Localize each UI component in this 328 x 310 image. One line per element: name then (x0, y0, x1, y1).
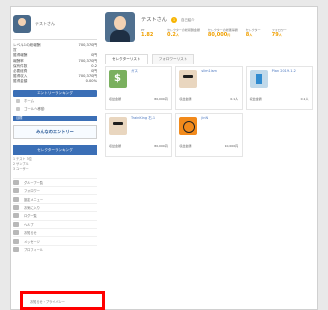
stat-followers: フォロワー 79人 (271, 28, 287, 38)
ranking-title: セレクターランキング (13, 144, 97, 155)
card[interactable]: Plan 2019.1.2 収益金額 0.1人 (245, 66, 313, 110)
avatar[interactable] (13, 15, 31, 33)
sidebar-item[interactable]: プロフィール (13, 244, 97, 253)
sidebar-item[interactable]: ヘルプ (13, 219, 97, 228)
card-name[interactable]: Plan 2019.1.2 (272, 69, 296, 73)
tiger-icon (179, 117, 198, 135)
stat-reward-amount: セレクターの総報酬金額 0.2人 (167, 28, 200, 38)
username: テストさん (141, 17, 167, 23)
card-name[interactable]: slim1ism (201, 69, 217, 73)
card[interactable]: ガス 収益金額80,000円 (105, 66, 173, 110)
main-panel: テストさん 1 自己紹介 PT 1.82 セレクターの総報酬金額 0.2人 セレクタ… (105, 10, 313, 310)
card-metrics: 収益金額 80,000円 (109, 144, 168, 148)
sidebar-item[interactable]: 設定メニュー (13, 194, 97, 202)
card-name[interactable]: TrainKing 右.1 (131, 116, 155, 121)
stat-selectors: セレクター 8人 (245, 28, 261, 38)
promo-banner[interactable]: みんなのエントリー (13, 124, 97, 139)
card-name[interactable]: jinN (201, 116, 208, 120)
log-icon (13, 213, 19, 219)
arrow-icon (16, 106, 20, 111)
stat-earnings: セレクターの総獲得額 80,000円 (207, 28, 238, 38)
help-icon (13, 221, 19, 227)
sidebar-menu: グループ一覧 フォロワー 設定メニュー お気に入り ログ一覧 ヘルプ お知らせ … (13, 177, 97, 254)
money-icon (109, 70, 127, 88)
divider (13, 39, 97, 40)
card-grid: ガス 収益金額80,000円 slim1ism 収益金額0.1人 Plan 20… (105, 66, 313, 157)
profile-avatar[interactable] (105, 12, 135, 42)
self-intro-link[interactable]: 自己紹介 (181, 17, 195, 22)
home-icon (16, 98, 20, 103)
profile-name: テストさん (35, 21, 55, 26)
avatar-icon (179, 70, 198, 88)
bottom-note[interactable]: お知らせ・プライバシー (30, 299, 65, 304)
goal-bar: 目標 (13, 115, 97, 121)
menu-item-goal[interactable]: ゴールへ移動 (13, 105, 97, 113)
tab-follower-list[interactable]: フォロワーリスト (151, 54, 195, 64)
stat-pt: PT 1.82 (141, 28, 154, 38)
card-metrics: 収益金額 80,000円 (109, 97, 168, 101)
message-icon (13, 238, 19, 244)
card[interactable]: jinN 収益金額 10,000円 (175, 113, 243, 157)
card-metrics: 収益金額 0.1人 (179, 97, 239, 101)
stats-row: PT 1.82 セレクターの総報酬金額 0.2人 セレクターの総獲得額 80,000円… (141, 28, 290, 38)
sidebar-item[interactable]: フォロワー (13, 186, 97, 194)
sign-icon (249, 70, 268, 88)
sidebar-item[interactable]: メッセージ (13, 236, 97, 244)
group-icon (13, 179, 19, 185)
profile-header: テストさん 1 自己紹介 (141, 16, 195, 23)
card[interactable]: slim1ism 収益金額 0.1人 (175, 66, 243, 110)
card-name[interactable]: ガス (131, 69, 138, 74)
tab-selector-list[interactable]: セレクターリスト (105, 54, 148, 64)
tabs: セレクターリスト フォロワーリスト (105, 54, 195, 64)
stats-list: レベル1の総報酬 700,370円 賞 獲得報酬 0円 報酬率 700,370円 保有… (13, 43, 97, 85)
ranking-list: 1 テスト 3位 2 サンプル 3 ユーザー (13, 157, 97, 172)
sidebar-item[interactable]: グループ一覧 (13, 177, 97, 186)
bell-icon (13, 230, 19, 236)
card-metrics: 収益金額 0.1人 (249, 97, 309, 101)
card-metrics: 収益金額 10,000円 (179, 144, 239, 148)
star-icon (13, 204, 19, 210)
avatar-icon (109, 117, 127, 135)
stat-row: 獲得金額 0.00% (13, 79, 97, 84)
menu-item-home[interactable]: ホーム (13, 97, 97, 105)
sidebar-item[interactable]: お気に入り (13, 202, 97, 211)
entry-ranking-button[interactable]: エントリーランキング (13, 89, 97, 97)
level-badge: 1 (170, 16, 177, 23)
sidebar-profile[interactable]: テストさん (13, 12, 97, 36)
sidebar-item[interactable]: ログ一覧 (13, 211, 97, 219)
card[interactable]: TrainKing 右.1 収益金額 80,000円 (105, 113, 173, 157)
sidebar-item[interactable]: お知らせ (13, 227, 97, 236)
profile-icon (13, 246, 19, 252)
followers-icon (13, 188, 19, 194)
settings-icon (13, 196, 19, 202)
sidebar: テストさん レベル1の総報酬 700,370円 賞 獲得報酬 0円 報酬率 700,3… (13, 10, 97, 310)
ranking-line[interactable]: 3 ユーザー (13, 167, 97, 172)
